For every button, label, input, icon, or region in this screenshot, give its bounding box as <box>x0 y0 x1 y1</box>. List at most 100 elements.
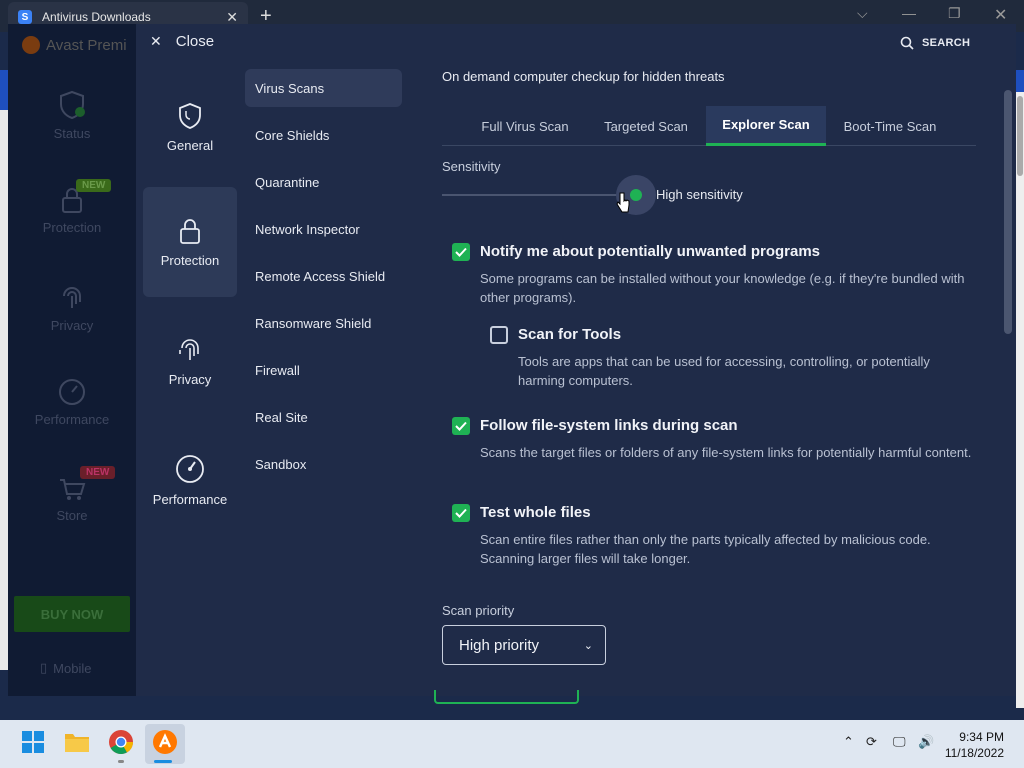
restore-icon[interactable]: ❐ <box>948 5 961 22</box>
checkmark-icon <box>455 421 467 431</box>
chevron-up-icon[interactable]: ⌃ <box>843 734 854 750</box>
shield-icon <box>179 103 201 129</box>
main-nav-performance[interactable]: Performance <box>8 378 136 427</box>
main-nav-status[interactable]: Status <box>8 90 136 141</box>
subnav-remote-access-shield[interactable]: Remote Access Shield <box>245 257 402 295</box>
category-performance-label: Performance <box>152 492 228 507</box>
main-nav-privacy-label: Privacy <box>50 318 94 333</box>
checkmark-icon <box>455 508 467 518</box>
subnav-core-shields[interactable]: Core Shields <box>245 116 402 154</box>
subnav-real-site[interactable]: Real Site <box>245 398 402 436</box>
background-page-edge <box>0 110 8 670</box>
chrome-running-indicator <box>118 760 124 763</box>
tab-favicon-icon: S <box>18 10 32 24</box>
mobile-icon: ▯ <box>40 660 48 675</box>
subnav-virus-scans[interactable]: Virus Scans <box>245 69 402 107</box>
avast-taskbar-icon[interactable] <box>151 728 179 756</box>
subnav-quarantine[interactable]: Quarantine <box>245 163 402 201</box>
whole-files-checkbox[interactable] <box>452 504 470 522</box>
category-protection-label: Protection <box>160 253 220 268</box>
main-nav-store-label: Store <box>56 508 88 523</box>
fingerprint-icon <box>179 339 199 360</box>
main-nav-status-label: Status <box>53 126 91 141</box>
close-icon: ✕ <box>150 33 162 49</box>
volume-icon[interactable]: 🔊 <box>918 734 934 750</box>
background-scrollbar-thumb[interactable] <box>1017 96 1023 176</box>
main-nav-mobile[interactable]: ▯ Mobile <box>40 660 91 676</box>
section-heading: On demand computer checkup for hidden th… <box>442 69 725 84</box>
search-label: SEARCH <box>922 37 971 49</box>
background-scrollbar[interactable] <box>1016 92 1024 708</box>
subnav-sandbox[interactable]: Sandbox <box>245 445 402 483</box>
sensitivity-label: Sensitivity <box>442 159 501 174</box>
new-badge: NEW <box>76 179 112 192</box>
main-nav-privacy[interactable]: Privacy <box>8 284 136 333</box>
pup-checkbox[interactable] <box>452 243 470 261</box>
gauge-icon <box>59 379 85 405</box>
sensitivity-value: High sensitivity <box>656 187 743 202</box>
clock-time: 9:34 PM <box>959 730 1004 744</box>
save-button-partial[interactable] <box>434 690 579 704</box>
tab-full-virus-scan[interactable]: Full Virus Scan <box>464 106 586 146</box>
windows-start-icon[interactable] <box>19 728 47 756</box>
pup-option-desc: Some programs can be installed without y… <box>480 271 965 305</box>
fingerprint-icon <box>63 287 81 308</box>
avast-running-indicator <box>154 760 172 763</box>
buy-now-button[interactable]: BUY NOW <box>14 596 130 632</box>
scan-tools-option-title: Scan for Tools <box>518 326 622 343</box>
main-nav-performance-label: Performance <box>34 412 110 427</box>
main-nav-protection-label: Protection <box>42 220 102 235</box>
main-nav-store[interactable]: Store <box>8 476 136 523</box>
avast-logo-icon <box>22 36 40 54</box>
category-protection[interactable]: Protection <box>143 187 237 297</box>
sensitivity-slider-handle[interactable] <box>630 189 642 201</box>
sync-icon[interactable]: ⟳ <box>866 734 877 750</box>
scan-tabs: Full Virus Scan Targeted Scan Explorer S… <box>442 106 976 146</box>
clock-date: 11/18/2022 <box>944 746 1004 760</box>
tab-targeted-scan[interactable]: Targeted Scan <box>590 106 702 146</box>
scan-priority-value: High priority <box>459 636 540 654</box>
network-icon[interactable]: 🖵 <box>893 734 906 750</box>
avast-main-title: Avast Premi <box>22 36 127 54</box>
cart-icon <box>60 479 86 500</box>
subnav-ransomware-shield[interactable]: Ransomware Shield <box>245 304 402 342</box>
mouse-cursor-icon <box>616 192 630 213</box>
checkmark-icon <box>455 247 467 257</box>
subnav-firewall[interactable]: Firewall <box>245 351 402 389</box>
close-label: Close <box>175 33 215 50</box>
follow-links-checkbox[interactable] <box>452 417 470 435</box>
scan-tools-option-desc: Tools are apps that can be used for acce… <box>518 354 930 388</box>
scan-priority-label: Scan priority <box>442 603 515 618</box>
category-general[interactable]: General <box>143 92 237 162</box>
sensitivity-slider-track[interactable] <box>442 194 636 196</box>
main-nav-protection[interactable]: Protection <box>8 186 136 235</box>
follow-links-option-desc: Scans the target files or folders of any… <box>480 445 972 460</box>
chevron-down-icon: ⌄ <box>583 639 593 652</box>
follow-links-option-title: Follow file-system links during scan <box>480 417 738 434</box>
avast-main-title-text: Avast Premi <box>46 36 127 54</box>
minimize-icon[interactable]: — <box>902 5 916 21</box>
scan-priority-select[interactable]: High priority ⌄ <box>442 625 606 665</box>
tab-title: Antivirus Downloads <box>42 10 151 24</box>
tab-boot-time-scan[interactable]: Boot-Time Scan <box>830 106 950 146</box>
new-badge: NEW <box>80 466 116 479</box>
chrome-icon[interactable] <box>107 728 135 756</box>
status-shield-icon <box>60 90 85 120</box>
window-close-icon[interactable]: ✕ <box>994 5 1007 25</box>
tab-explorer-scan[interactable]: Explorer Scan <box>706 106 826 146</box>
subnav-network-inspector[interactable]: Network Inspector <box>245 210 402 248</box>
chevron-down-icon[interactable]: ⌵ <box>857 5 868 22</box>
category-privacy[interactable]: Privacy <box>143 326 237 396</box>
taskbar-clock[interactable]: 9:34 PM 11/18/2022 <box>940 729 1004 761</box>
scan-tools-checkbox[interactable] <box>490 326 508 344</box>
settings-scrollbar-thumb[interactable] <box>1004 90 1012 334</box>
file-explorer-icon[interactable] <box>63 728 91 756</box>
close-button[interactable]: ✕ Close <box>150 33 214 50</box>
gauge-icon <box>176 455 204 483</box>
main-nav-mobile-label: Mobile <box>53 660 92 676</box>
whole-files-option-desc: Scan entire files rather than only the p… <box>480 532 931 566</box>
tab-close-icon[interactable]: ✕ <box>226 9 238 26</box>
search-button[interactable]: SEARCH <box>900 36 970 50</box>
lock-icon <box>180 219 200 244</box>
category-performance[interactable]: Performance <box>143 444 237 514</box>
